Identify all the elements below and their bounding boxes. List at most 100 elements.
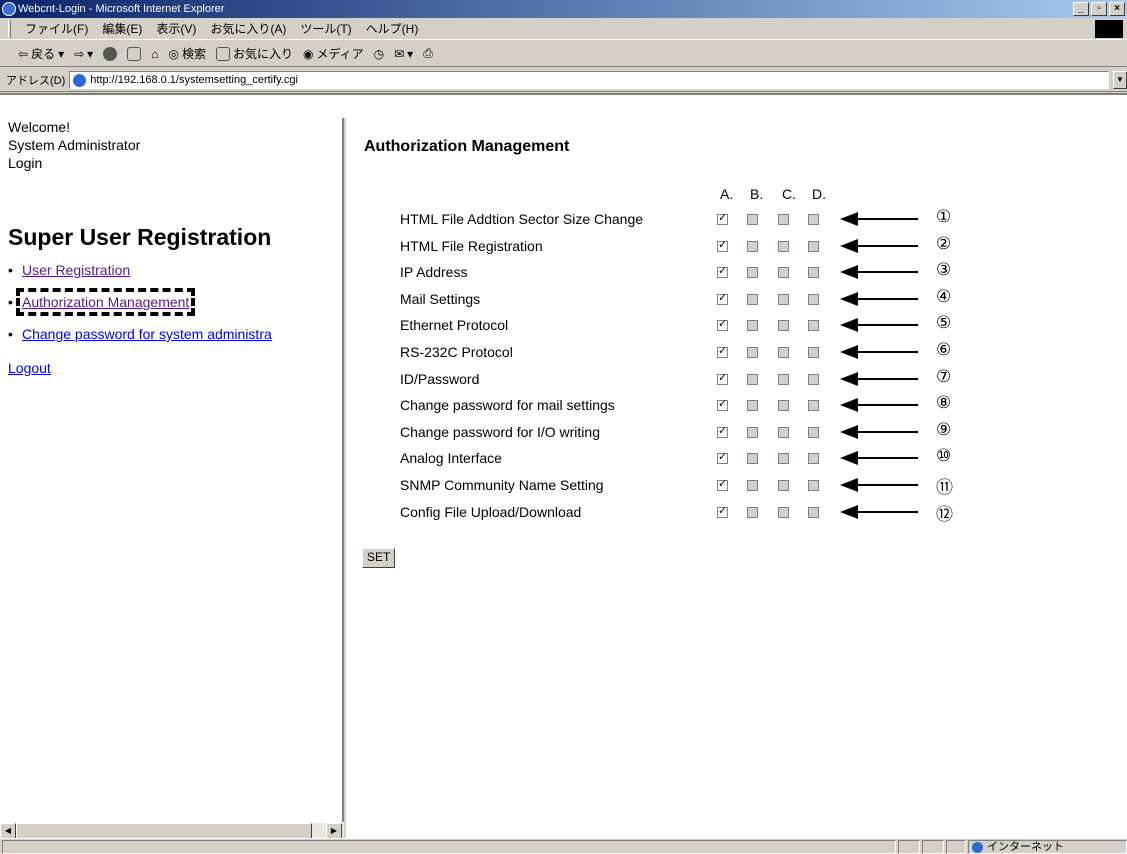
checkbox-b[interactable] <box>747 506 758 518</box>
checkbox-c[interactable] <box>778 373 789 385</box>
checkbox-c[interactable] <box>778 426 789 438</box>
callout-number: ⑤ <box>936 313 952 334</box>
checkbox-b[interactable] <box>747 373 758 385</box>
refresh-button[interactable] <box>127 46 142 61</box>
favorites-icon <box>215 46 230 61</box>
left-frame: Welcome! System Administrator Login Supe… <box>0 118 344 822</box>
checkbox-c[interactable] <box>778 214 789 225</box>
checkbox-d[interactable] <box>808 320 819 332</box>
checkbox-c[interactable] <box>778 480 789 491</box>
search-button[interactable]: ◎ 検索 <box>168 45 206 62</box>
maximize-button[interactable]: ▫ <box>1091 2 1107 16</box>
checkbox-b[interactable] <box>747 426 758 438</box>
status-pane <box>946 840 966 854</box>
scroll-thumb[interactable] <box>16 823 312 839</box>
row-label: Analog Interface <box>400 450 502 467</box>
checkbox-a[interactable] <box>717 317 728 332</box>
checkbox-d[interactable] <box>808 373 819 385</box>
checkbox-a[interactable] <box>717 238 728 252</box>
callout-number: ③ <box>936 260 952 281</box>
checkbox-c[interactable] <box>778 453 789 465</box>
menu-help[interactable]: ヘルプ(H) <box>366 20 419 37</box>
row-label: RS-232C Protocol <box>400 344 513 360</box>
history-button[interactable]: ◷ <box>374 47 384 61</box>
checkbox-c[interactable] <box>778 347 789 358</box>
back-button[interactable]: ⇦ 戻る ▾ <box>18 45 64 62</box>
status-bar: インターネット <box>0 838 1127 854</box>
checkbox-b[interactable] <box>747 214 758 225</box>
authorization-management-link[interactable]: Authorization Management <box>22 294 189 310</box>
media-button[interactable]: ◉ メディア <box>303 45 364 62</box>
favorites-button[interactable]: お気に入り <box>215 45 293 62</box>
checkbox-d[interactable] <box>808 240 819 252</box>
stop-button[interactable] <box>103 46 118 61</box>
callout-number: ⑫ <box>936 504 953 525</box>
checkbox-d[interactable] <box>808 214 819 225</box>
set-button[interactable]: SET <box>362 548 396 568</box>
checkbox-d[interactable] <box>808 506 819 518</box>
address-dropdown-button[interactable]: ▼ <box>1113 70 1127 89</box>
left-arrow-icon <box>840 318 920 333</box>
left-horizontal-scrollbar[interactable]: ◀ ▶ <box>0 822 344 839</box>
checkbox-d[interactable] <box>808 453 819 465</box>
checkbox-b[interactable] <box>747 480 758 491</box>
checkbox-a[interactable] <box>717 477 728 491</box>
checkbox-c[interactable] <box>778 293 789 305</box>
checkbox-a[interactable] <box>717 424 728 438</box>
column-header-c: C. <box>782 186 796 202</box>
checkbox-a[interactable] <box>717 397 728 412</box>
nav-item-authorization-management: Authorization Management <box>8 288 272 326</box>
checkbox-c[interactable] <box>778 267 789 279</box>
menu-edit[interactable]: 編集(E) <box>102 20 142 37</box>
print-button[interactable]: ⎙ <box>423 46 433 61</box>
checkbox-a[interactable] <box>717 264 728 279</box>
checkbox-c[interactable] <box>778 400 789 412</box>
forward-button[interactable]: ⇨ ▾ <box>74 47 93 61</box>
checkbox-d[interactable] <box>808 293 819 305</box>
callout-number: ⑪ <box>936 478 953 498</box>
close-button[interactable]: × <box>1109 2 1125 16</box>
print-icon: ⎙ <box>423 46 433 60</box>
logout-link[interactable]: Logout <box>8 360 51 376</box>
checkbox-b[interactable] <box>747 293 758 305</box>
mail-button[interactable]: ✉ ▾ <box>394 47 413 61</box>
menu-favorites[interactable]: お気に入り(A) <box>210 20 286 37</box>
checkbox-b[interactable] <box>747 320 758 332</box>
change-password-link[interactable]: Change password for system administra <box>22 326 272 342</box>
checkbox-d[interactable] <box>808 347 819 358</box>
checkbox-c[interactable] <box>778 506 789 518</box>
checkbox-b[interactable] <box>747 453 758 465</box>
menu-view[interactable]: 表示(V) <box>156 20 196 37</box>
chevron-down-icon: ▾ <box>407 46 414 61</box>
page-title: Authorization Management <box>364 138 570 155</box>
checkbox-d[interactable] <box>808 426 819 438</box>
checkbox-b[interactable] <box>747 240 758 252</box>
row-label: ID/Password <box>400 370 480 387</box>
checkbox-a[interactable] <box>717 371 728 385</box>
user-registration-link[interactable]: User Registration <box>22 262 130 278</box>
menu-tools[interactable]: ツール(T) <box>300 20 351 37</box>
checkbox-a[interactable] <box>717 504 728 518</box>
minimize-button[interactable]: _ <box>1073 2 1089 16</box>
checkbox-d[interactable] <box>808 480 819 491</box>
checkbox-a[interactable] <box>717 291 728 305</box>
checkbox-d[interactable] <box>808 267 819 279</box>
browser-window: Webcnt-Login - Microsoft Internet Explor… <box>0 0 1127 854</box>
checkbox-d[interactable] <box>808 400 819 412</box>
search-icon: ◎ <box>168 46 179 61</box>
checkbox-b[interactable] <box>747 400 758 412</box>
callout-number: ⑥ <box>936 340 952 360</box>
left-arrow-icon <box>840 398 920 413</box>
checkbox-b[interactable] <box>747 347 758 358</box>
scroll-left-button[interactable]: ◀ <box>0 823 16 839</box>
checkbox-a[interactable] <box>717 450 728 465</box>
checkbox-c[interactable] <box>778 240 789 252</box>
address-input[interactable]: http://192.168.0.1/systemsetting_certify… <box>69 70 1109 89</box>
checkbox-b[interactable] <box>747 267 758 279</box>
scroll-right-button[interactable]: ▶ <box>326 823 342 839</box>
checkbox-c[interactable] <box>778 320 789 332</box>
checkbox-a[interactable] <box>717 344 728 358</box>
home-button[interactable]: ⌂ <box>151 47 158 61</box>
checkbox-a[interactable] <box>717 211 728 225</box>
menu-file[interactable]: ファイル(F) <box>25 20 88 37</box>
